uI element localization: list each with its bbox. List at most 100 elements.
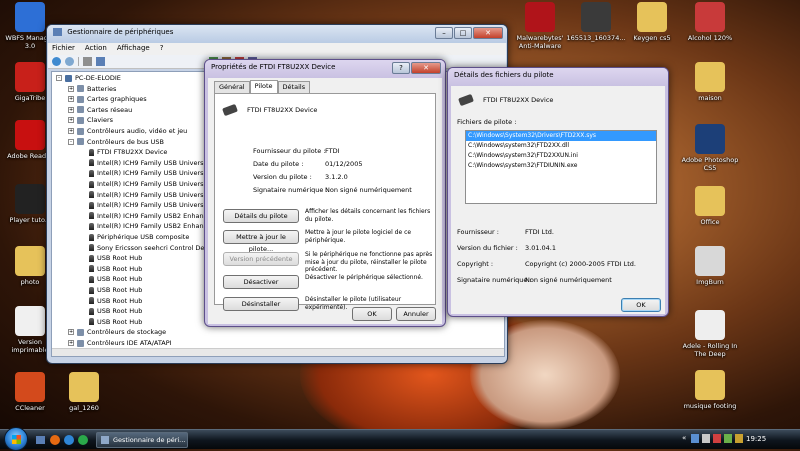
tree-item[interactable]: - PC-DE-ELODIE xyxy=(56,73,121,83)
properties-titlebar[interactable]: Propriétés de FTDI FT8U2XX Device ? ✕ xyxy=(205,60,445,78)
menu-item-affichage[interactable]: Affichage xyxy=(117,44,150,54)
expand-icon[interactable]: + xyxy=(68,329,74,336)
tree-item[interactable]: USB Root Hub xyxy=(56,253,142,263)
expand-icon[interactable]: + xyxy=(68,117,74,124)
file-list-item[interactable]: C:\Windows\system32\FTD2XXUN.ini xyxy=(466,151,656,161)
quicklaunch-show-desktop-icon[interactable] xyxy=(36,436,45,444)
tree-item[interactable]: USB Root Hub xyxy=(56,317,142,327)
ok-button[interactable]: OK xyxy=(352,307,392,321)
folder-icon xyxy=(69,372,99,402)
tab-pilote[interactable]: Pilote xyxy=(249,80,278,94)
desktop-icon-maison[interactable]: maison xyxy=(680,62,740,102)
expand-icon[interactable]: + xyxy=(68,340,74,346)
quicklaunch-media-icon[interactable] xyxy=(78,435,88,445)
tree-item[interactable]: USB Root Hub xyxy=(56,274,142,284)
desktop-icon-adele-rolling-in-the-deep[interactable]: Adele - Rolling In The Deep xyxy=(680,310,740,358)
tree-item[interactable]: Intel(R) ICH9 Family USB Universal H xyxy=(56,190,216,200)
expand-icon[interactable]: + xyxy=(68,85,74,92)
close-button[interactable]: ✕ xyxy=(411,62,441,74)
menu-item-action[interactable]: Action xyxy=(85,44,107,54)
tree-item[interactable]: + Claviers xyxy=(56,115,113,125)
tray-battery-icon[interactable] xyxy=(724,434,732,443)
action-button-d-sinstaller[interactable]: Désinstaller xyxy=(223,297,299,311)
desktop-icon-ccleaner[interactable]: CCleaner xyxy=(0,372,60,412)
start-button[interactable] xyxy=(4,427,28,451)
file-list-item[interactable]: C:\Windows\System32\Drivers\FTD2XX.sys xyxy=(466,131,656,141)
desktop-icon-office[interactable]: Office xyxy=(680,186,740,226)
tree-item[interactable]: Intel(R) ICH9 Family USB Universal H xyxy=(56,158,216,168)
tray-antivirus-icon[interactable] xyxy=(713,434,721,443)
tree-item[interactable]: Intel(R) ICH9 Family USB Universal H xyxy=(56,179,216,189)
field-value: FTDI xyxy=(325,147,340,155)
desktop-icon-165513-160374[interactable]: 165513_160374... xyxy=(566,2,626,42)
clock[interactable]: 19:25 xyxy=(746,435,766,443)
tree-item[interactable]: Sony Ericsson seehcri Control Devic xyxy=(56,243,214,253)
help-icon[interactable] xyxy=(96,57,105,66)
tree-item[interactable]: + Cartes réseau xyxy=(56,105,132,115)
tree-item[interactable]: - Contrôleurs de bus USB xyxy=(56,137,164,147)
tree-item[interactable]: Intel(R) ICH9 Family USB Universal H xyxy=(56,200,216,210)
back-icon[interactable] xyxy=(52,57,61,66)
quicklaunch-ie-icon[interactable] xyxy=(64,435,74,445)
desktop-icon-malwarebytes-anti-malware[interactable]: Malwarebytes' Anti-Malware xyxy=(510,2,570,50)
properties-icon[interactable] xyxy=(83,57,92,66)
desktop-icon-gal[interactable]: gal_1260 xyxy=(54,372,114,412)
action-button-d-sactiver[interactable]: Désactiver xyxy=(223,275,299,289)
driver-files-list[interactable]: C:\Windows\System32\Drivers\FTD2XX.sys C:… xyxy=(465,130,657,204)
action-button-mettre-jour-le-pilote[interactable]: Mettre à jour le pilote... xyxy=(223,230,299,253)
tree-item[interactable]: USB Root Hub xyxy=(56,296,142,306)
expand-icon[interactable]: + xyxy=(68,96,74,103)
desktop-icon-alcohol-120[interactable]: Alcohol 120% xyxy=(680,2,740,42)
taskbar-task-device-manager[interactable]: Gestionnaire de péri... xyxy=(96,432,188,448)
document-icon xyxy=(15,306,45,336)
forward-icon[interactable] xyxy=(65,57,74,66)
ok-button[interactable]: OK xyxy=(621,298,661,312)
expand-icon[interactable]: + xyxy=(68,106,74,113)
tree-item[interactable]: USB Root Hub xyxy=(56,306,142,316)
tree-item[interactable]: + Contrôleurs de stockage xyxy=(56,327,166,337)
action-button-d-tails-du-pilote[interactable]: Détails du pilote xyxy=(223,209,299,223)
file-list-item[interactable]: C:\Windows\system32\FTDIUNIN.exe xyxy=(466,161,656,171)
tree-item-label: USB Root Hub xyxy=(97,307,143,316)
help-button[interactable]: ? xyxy=(392,62,410,74)
file-details-dialog[interactable]: Détails des fichiers du pilote FTDI FT8U… xyxy=(447,67,669,317)
desktop-icon-keygen-cs5[interactable]: Keygen cs5 xyxy=(622,2,682,42)
menu-item-help[interactable]: ? xyxy=(160,44,164,54)
tree-item[interactable]: FTDI FT8U2XX Device xyxy=(56,147,167,157)
device-manager-titlebar[interactable]: Gestionnaire de périphériques – □ ✕ xyxy=(47,25,507,43)
tree-item[interactable]: USB Root Hub xyxy=(56,264,142,274)
menu-item-fichier[interactable]: Fichier xyxy=(52,44,75,54)
tray-network-icon[interactable] xyxy=(691,434,699,443)
minimize-button[interactable]: – xyxy=(435,27,453,39)
quicklaunch-firefox-icon[interactable] xyxy=(50,435,60,445)
desktop-icon-musique-footing[interactable]: musique footing xyxy=(680,370,740,410)
file-details-titlebar[interactable]: Détails des fichiers du pilote xyxy=(448,68,668,86)
tree-item-label: Claviers xyxy=(87,116,114,125)
collapse-icon[interactable]: - xyxy=(56,75,62,81)
tree-item[interactable]: + Contrôleurs audio, vidéo et jeu xyxy=(56,126,187,136)
tray-volume-icon[interactable] xyxy=(702,434,710,443)
tree-item[interactable]: Intel(R) ICH9 Family USB2 Enhanced xyxy=(56,211,215,221)
tree-scrollbar-horizontal[interactable] xyxy=(52,348,504,356)
cancel-button[interactable]: Annuler xyxy=(396,307,436,321)
desktop-icon-label: 165513_160374... xyxy=(566,34,626,42)
tree-item[interactable]: + Contrôleurs IDE ATA/ATAPI xyxy=(56,338,172,348)
desktop-icon-adobe-photoshop-cs5[interactable]: Adobe Photoshop CS5 xyxy=(680,124,740,172)
action-button-version-pr-c-dente[interactable]: Version précédente xyxy=(223,252,299,266)
close-button[interactable]: ✕ xyxy=(473,27,503,39)
desktop-icon-imgburn[interactable]: ImgBurn xyxy=(680,246,740,286)
collapse-icon[interactable]: - xyxy=(68,138,74,145)
tree-item[interactable]: Périphérique USB composite xyxy=(56,232,189,242)
file-list-item[interactable]: C:\Windows\system32\FTD2XX.dll xyxy=(466,141,656,151)
tree-item[interactable]: USB Root Hub xyxy=(56,285,142,295)
tree-item[interactable]: + Cartes graphiques xyxy=(56,94,147,104)
tree-item[interactable]: Intel(R) ICH9 Family USB2 Enhanced xyxy=(56,221,215,231)
tree-item-label: Intel(R) ICH9 Family USB Universal H xyxy=(97,158,217,167)
maximize-button[interactable]: □ xyxy=(454,27,472,39)
tray-power-icon[interactable] xyxy=(735,434,743,443)
properties-dialog[interactable]: Propriétés de FTDI FT8U2XX Device ? ✕ Gé… xyxy=(204,59,446,327)
tray-arrow-icon[interactable]: « xyxy=(682,434,688,444)
expand-icon[interactable]: + xyxy=(68,128,74,134)
tree-item[interactable]: + Batteries xyxy=(56,84,116,94)
tree-item[interactable]: Intel(R) ICH9 Family USB Universal H xyxy=(56,168,216,178)
